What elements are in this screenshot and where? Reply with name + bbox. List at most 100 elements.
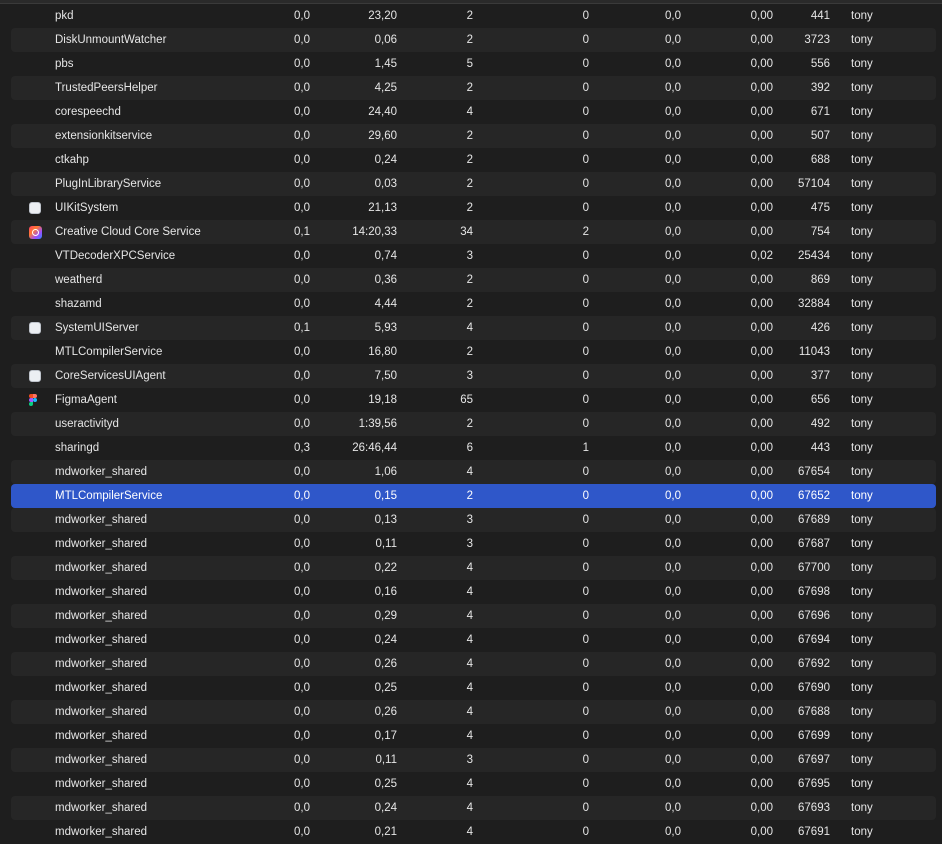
gpu-time: 0,00 [750,154,773,166]
process-name: VTDecoderXPCService [55,250,176,262]
threads: 3 [466,538,473,550]
threads: 4 [466,658,473,670]
idle-wake-ups: 0 [582,250,589,262]
table-row[interactable]: mdworker_shared 0,0 0,24 4 0 0,0 0,00 67… [11,628,936,652]
process-icon-slot [29,316,43,340]
pid: 869 [810,274,830,286]
table-row[interactable]: mdworker_shared 0,0 0,24 4 0 0,0 0,00 67… [11,796,936,820]
table-row[interactable]: mdworker_shared 0,0 0,26 4 0 0,0 0,00 67… [11,652,936,676]
cpu-percent: 0,0 [294,418,310,430]
table-row[interactable]: VTDecoderXPCService 0,0 0,74 3 0 0,0 0,0… [11,244,936,268]
table-row[interactable]: mdworker_shared 0,0 0,21 4 0 0,0 0,00 67… [11,820,936,844]
threads: 2 [466,178,473,190]
table-row[interactable]: MTLCompilerService 0,0 16,80 2 0 0,0 0,0… [11,340,936,364]
table-row[interactable]: mdworker_shared 0,0 0,26 4 0 0,0 0,00 67… [11,700,936,724]
cpu-time: 14:20,33 [352,226,397,238]
process-icon-slot [29,196,43,220]
cpu-time: 0,36 [374,274,397,286]
cpu-time: 5,93 [374,322,397,334]
table-row[interactable]: Creative Cloud Core Service 0,1 14:20,33… [11,220,936,244]
cpu-time: 23,20 [368,10,397,22]
user: tony [851,178,873,190]
cpu-time: 0,15 [374,490,397,502]
table-row[interactable]: useractivityd 0,0 1:39,56 2 0 0,0 0,00 4… [11,412,936,436]
cpu-time: 21,13 [368,202,397,214]
table-row[interactable]: TrustedPeersHelper 0,0 4,25 2 0 0,0 0,00… [11,76,936,100]
table-row[interactable]: mdworker_shared 0,0 0,25 4 0 0,0 0,00 67… [11,676,936,700]
table-row[interactable]: CoreServicesUIAgent 0,0 7,50 3 0 0,0 0,0… [11,364,936,388]
gpu-time: 0,00 [750,82,773,94]
pid: 67693 [798,802,830,814]
table-row-selected[interactable]: MTLCompilerService 0,0 0,15 2 0 0,0 0,00… [11,484,936,508]
table-row[interactable]: shazamd 0,0 4,44 2 0 0,0 0,00 32884 tony [11,292,936,316]
idle-wake-ups: 0 [582,58,589,70]
gpu-percent: 0,0 [665,466,681,478]
gpu-time: 0,00 [750,730,773,742]
pid: 67698 [798,586,830,598]
cpu-percent: 0,0 [294,490,310,502]
table-row[interactable]: sharingd 0,3 26:46,44 6 1 0,0 0,00 443 t… [11,436,936,460]
table-row[interactable]: mdworker_shared 0,0 1,06 4 0 0,0 0,00 67… [11,460,936,484]
table-row[interactable]: pbs 0,0 1,45 5 0 0,0 0,00 556 tony [11,52,936,76]
gpu-time: 0,00 [750,442,773,454]
gpu-time: 0,00 [750,514,773,526]
table-row[interactable]: mdworker_shared 0,0 0,25 4 0 0,0 0,00 67… [11,772,936,796]
creative-cloud-icon [29,225,42,239]
user: tony [851,562,873,574]
cpu-time: 0,22 [374,562,397,574]
gpu-percent: 0,0 [665,706,681,718]
table-row[interactable]: ctkahp 0,0 0,24 2 0 0,0 0,00 688 tony [11,148,936,172]
table-row[interactable]: UIKitSystem 0,0 21,13 2 0 0,0 0,00 475 t… [11,196,936,220]
table-row[interactable]: corespeechd 0,0 24,40 4 0 0,0 0,00 671 t… [11,100,936,124]
table-row[interactable]: mdworker_shared 0,0 0,29 4 0 0,0 0,00 67… [11,604,936,628]
threads: 4 [466,706,473,718]
cpu-time: 0,24 [374,154,397,166]
threads: 4 [466,682,473,694]
cpu-percent: 0,0 [294,130,310,142]
table-row[interactable]: SystemUIServer 0,1 5,93 4 0 0,0 0,00 426… [11,316,936,340]
threads: 3 [466,250,473,262]
threads: 2 [466,82,473,94]
user: tony [851,442,873,454]
process-name: mdworker_shared [55,538,148,550]
process-icon-slot [29,244,43,268]
pid: 67692 [798,658,830,670]
idle-wake-ups: 0 [582,658,589,670]
process-icon-slot [29,124,43,148]
table-row[interactable]: mdworker_shared 0,0 0,16 4 0 0,0 0,00 67… [11,580,936,604]
process-name: pbs [55,58,74,70]
cpu-percent: 0,0 [294,586,310,598]
table-row[interactable]: weatherd 0,0 0,36 2 0 0,0 0,00 869 tony [11,268,936,292]
table-row[interactable]: PlugInLibraryService 0,0 0,03 2 0 0,0 0,… [11,172,936,196]
threads: 4 [466,826,473,838]
user: tony [851,730,873,742]
gpu-percent: 0,0 [665,754,681,766]
table-row[interactable]: mdworker_shared 0,0 0,13 3 0 0,0 0,00 67… [11,508,936,532]
table-row[interactable]: extensionkitservice 0,0 29,60 2 0 0,0 0,… [11,124,936,148]
table-row[interactable]: mdworker_shared 0,0 0,11 3 0 0,0 0,00 67… [11,532,936,556]
gpu-percent: 0,0 [665,730,681,742]
table-row[interactable]: mdworker_shared 0,0 0,11 3 0 0,0 0,00 67… [11,748,936,772]
table-row[interactable]: mdworker_shared 0,0 0,22 4 0 0,0 0,00 67… [11,556,936,580]
threads: 2 [466,10,473,22]
table-row[interactable]: mdworker_shared 0,0 0,17 4 0 0,0 0,00 67… [11,724,936,748]
table-row[interactable]: FigmaAgent 0,0 19,18 65 0 0,0 0,00 656 t… [11,388,936,412]
user: tony [851,778,873,790]
cpu-percent: 0,0 [294,202,310,214]
idle-wake-ups: 0 [582,778,589,790]
cpu-percent: 0,0 [294,682,310,694]
process-name: useractivityd [55,418,119,430]
process-name: mdworker_shared [55,682,148,694]
gpu-time: 0,00 [750,466,773,478]
process-icon-slot [29,76,43,100]
gpu-time: 0,00 [750,370,773,382]
cpu-percent: 0,0 [294,178,310,190]
threads: 4 [466,466,473,478]
gpu-time: 0,00 [750,634,773,646]
threads: 4 [466,634,473,646]
idle-wake-ups: 0 [582,418,589,430]
process-name: mdworker_shared [55,730,148,742]
table-row[interactable]: pkd 0,0 23,20 2 0 0,0 0,00 441 tony [11,4,936,28]
table-row[interactable]: DiskUnmountWatcher 0,0 0,06 2 0 0,0 0,00… [11,28,936,52]
process-icon-slot [29,724,43,748]
